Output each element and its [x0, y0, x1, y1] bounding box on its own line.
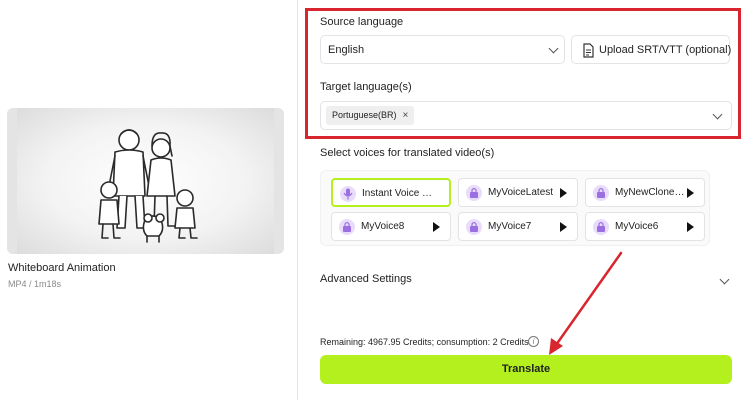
credits-info: Remaining: 4967.95 Credits; consumption:… [320, 337, 529, 347]
voice-name: MyVoice6 [615, 221, 659, 232]
voices-label: Select voices for translated video(s) [320, 147, 495, 159]
lock-icon [466, 219, 482, 235]
voice-name: MyVoice7 [488, 221, 532, 232]
family-illustration [98, 129, 198, 243]
mic-icon [340, 186, 356, 202]
lock-icon [339, 219, 355, 235]
voice-option-myvoice6[interactable]: MyVoice6 [585, 212, 705, 241]
play-icon[interactable] [687, 188, 694, 198]
info-icon[interactable]: i [528, 336, 539, 347]
voice-name: MyNewClone… [615, 187, 685, 198]
video-panel: Whiteboard Animation MP4 / 1m18s [0, 0, 297, 400]
voice-name: MyVoiceLatest [488, 187, 554, 198]
video-meta: MP4 / 1m18s [8, 279, 62, 289]
play-icon[interactable] [687, 222, 694, 232]
voice-name: MyVoice8 [361, 221, 405, 232]
video-thumbnail[interactable] [7, 108, 284, 254]
voice-option-instant-clone[interactable]: Instant Voice Clone [331, 178, 451, 207]
voice-option-myvoice8[interactable]: MyVoice8 [331, 212, 451, 241]
voice-option-myvoicelatest[interactable]: MyVoiceLatest [458, 178, 578, 207]
voice-option-myvoice7[interactable]: MyVoice7 [458, 212, 578, 241]
voice-name: Instant Voice Clone [362, 188, 438, 199]
lock-icon [466, 185, 482, 201]
play-icon[interactable] [560, 222, 567, 232]
video-title: Whiteboard Animation [8, 262, 116, 274]
play-icon[interactable] [433, 222, 440, 232]
translate-button-label: Translate [501, 363, 551, 375]
translate-button[interactable]: Translate [320, 355, 732, 384]
voice-option-mynewclone[interactable]: MyNewClone… [585, 178, 705, 207]
annotation-highlight-box [305, 8, 741, 139]
voices-grid: Instant Voice Clone MyVoiceLatest MyNewC… [320, 170, 710, 246]
play-icon[interactable] [560, 188, 567, 198]
lock-icon [593, 185, 609, 201]
chevron-down-icon[interactable] [719, 274, 730, 285]
lock-icon [593, 219, 609, 235]
advanced-settings-toggle[interactable]: Advanced Settings [320, 273, 412, 285]
panel-divider [297, 0, 298, 400]
